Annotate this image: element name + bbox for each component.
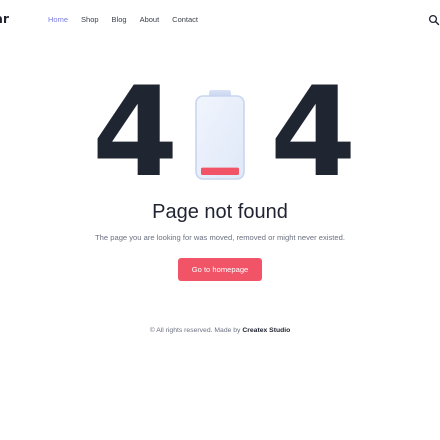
footer: © All rights reserved. Made by Createx S… — [0, 327, 440, 334]
battery-graphic — [195, 90, 245, 180]
error-digit-left: 4 — [92, 61, 178, 205]
navbar: uar Home Shop Blog About Contact — [0, 0, 440, 40]
search-icon[interactable] — [428, 13, 440, 26]
error-graphic: 4 4 — [0, 61, 440, 205]
nav-link-home[interactable]: Home — [48, 15, 68, 24]
battery-level-fill — [201, 167, 239, 175]
error-digit-right: 4 — [270, 61, 356, 205]
nav-link-blog[interactable]: Blog — [112, 15, 127, 24]
battery-low-icon — [193, 89, 247, 181]
nav-link-contact[interactable]: Contact — [172, 15, 198, 24]
page-title: Page not found — [152, 201, 288, 223]
search-icon-graphic — [428, 14, 440, 26]
logo[interactable]: uar — [0, 12, 9, 26]
error-description: The page you are looking for was moved, … — [95, 233, 345, 242]
footer-copyright: © All rights reserved. Made by — [149, 327, 241, 334]
nav-link-shop[interactable]: Shop — [81, 15, 99, 24]
nav-link-about[interactable]: About — [140, 15, 160, 24]
main-nav: Home Shop Blog About Contact — [48, 15, 198, 24]
go-to-homepage-button[interactable]: Go to homepage — [178, 258, 262, 281]
footer-brand-link[interactable]: Createx Studio — [242, 327, 290, 334]
